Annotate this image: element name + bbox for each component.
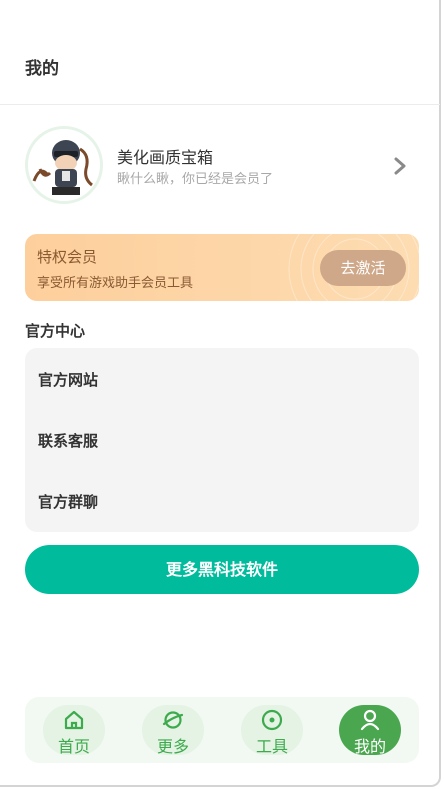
section-title-official: 官方中心 <box>25 322 86 340</box>
tab-bar: 首页 更多 工具 我的 <box>25 697 419 763</box>
home-icon <box>64 710 84 730</box>
list-item-official-website[interactable]: 官方网站 <box>38 369 98 390</box>
tab-mine[interactable]: 我的 <box>339 705 401 756</box>
tab-label: 我的 <box>353 737 386 756</box>
avatar <box>25 126 103 204</box>
profile-subtitle: 瞅什么瞅，你已经是会员了 <box>117 172 274 187</box>
planet-icon <box>162 711 184 729</box>
activate-button[interactable]: 去激活 <box>320 250 406 286</box>
list-item-official-group[interactable]: 官方群聊 <box>38 491 98 512</box>
tab-label: 首页 <box>57 737 90 756</box>
tab-home[interactable]: 首页 <box>43 705 105 756</box>
page-title: 我的 <box>25 59 59 79</box>
tab-tools[interactable]: 工具 <box>241 705 303 756</box>
official-list: 官方网站 联系客服 官方群聊 <box>25 348 419 532</box>
tab-more[interactable]: 更多 <box>142 705 204 756</box>
list-item-contact-support[interactable]: 联系客服 <box>38 430 98 451</box>
chevron-right-icon[interactable] <box>390 156 410 176</box>
tab-label: 更多 <box>156 737 189 756</box>
profile-name: 美化画质宝箱 <box>117 148 214 167</box>
profile-card[interactable]: 美化画质宝箱 瞅什么瞅，你已经是会员了 <box>25 126 420 208</box>
tab-label: 工具 <box>255 737 288 756</box>
user-icon <box>360 709 380 731</box>
header: 我的 <box>0 0 440 105</box>
vip-description: 享受所有游戏助手会员工具 <box>37 276 194 291</box>
vip-banner: 特权会员 享受所有游戏助手会员工具 去激活 <box>25 234 419 301</box>
compass-icon <box>261 709 283 731</box>
more-software-button[interactable]: 更多黑科技软件 <box>25 545 419 594</box>
vip-title: 特权会员 <box>37 248 98 266</box>
